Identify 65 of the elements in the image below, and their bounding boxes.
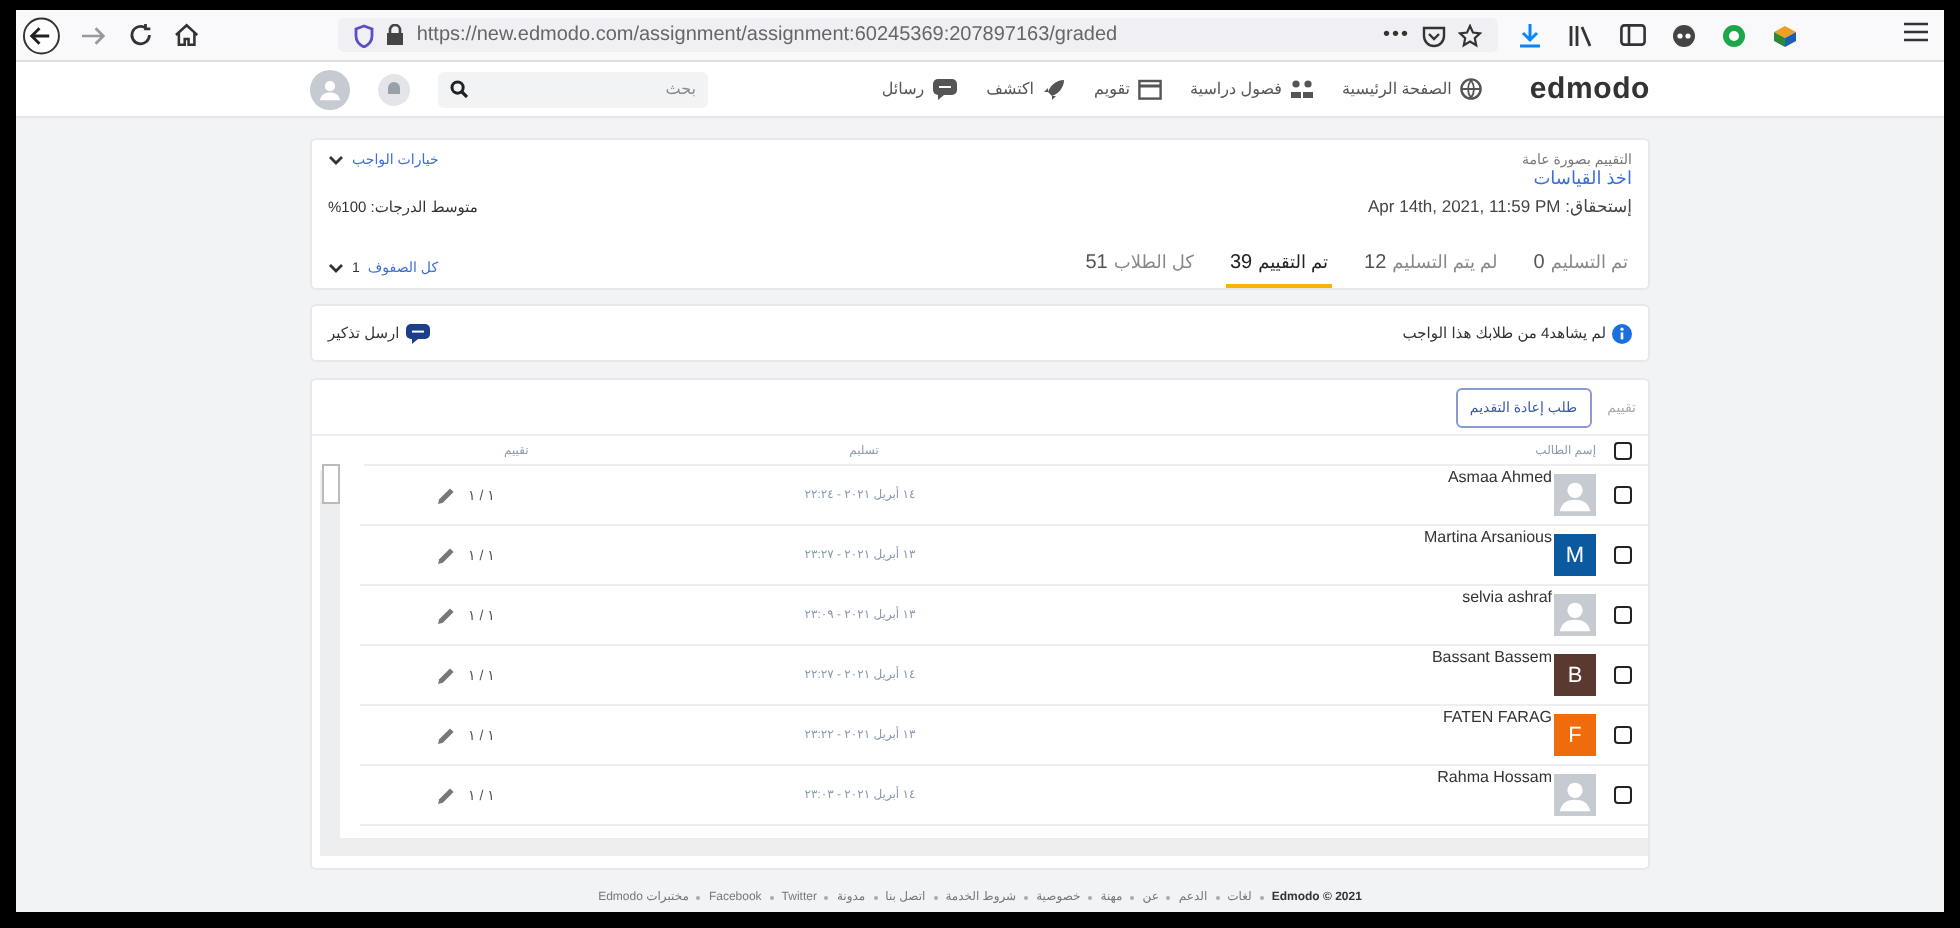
nav-link[interactable]: تقويم <box>1094 78 1162 100</box>
assignment-title[interactable]: اخذ القياسات <box>1533 168 1632 190</box>
person-icon <box>316 75 344 103</box>
row-checkbox[interactable] <box>1613 666 1631 684</box>
vertical-scrollbar[interactable] <box>320 470 340 838</box>
shield-icon <box>354 23 375 47</box>
student-name[interactable]: Asmaa Ahmed <box>1447 468 1552 486</box>
sidebar-icon[interactable] <box>1620 24 1647 46</box>
student-name[interactable]: Rahma Hossam <box>1437 768 1552 786</box>
due-date: إستحقاق: Apr 14th, 2021, 11:59 PM <box>1368 196 1632 218</box>
forward-icon[interactable] <box>80 23 109 47</box>
initial-avatar: F <box>1554 714 1596 756</box>
pencil-icon[interactable] <box>436 605 456 625</box>
row-checkbox[interactable] <box>1613 546 1631 564</box>
back-icon[interactable] <box>22 15 61 55</box>
select-all-checkbox[interactable] <box>1613 441 1631 459</box>
mask-icon[interactable] <box>1672 23 1697 47</box>
avatar-placeholder <box>1554 594 1596 636</box>
student-name[interactable]: Bassant Bassem <box>1431 648 1552 666</box>
star-icon[interactable] <box>1458 23 1483 47</box>
student-name[interactable]: Martina Arsanious <box>1423 528 1552 546</box>
pencil-icon[interactable] <box>436 545 456 565</box>
lock-icon <box>386 24 405 46</box>
nav-link[interactable]: اكتشف <box>986 77 1067 101</box>
row-checkbox[interactable] <box>1613 726 1631 744</box>
library-icon[interactable] <box>1568 23 1595 47</box>
student-name[interactable]: FATEN FARAG <box>1442 708 1552 726</box>
extension-icon[interactable] <box>1722 23 1747 47</box>
search-icon <box>450 80 468 98</box>
info-icon <box>1612 323 1632 343</box>
page-menu-button[interactable]: ••• <box>1383 24 1411 46</box>
pencil-icon[interactable] <box>436 785 456 805</box>
nav-link[interactable]: الصفحة الرئيسية <box>1341 78 1482 100</box>
home-icon[interactable] <box>173 22 199 48</box>
student-name[interactable]: selvia ashraf <box>1462 588 1552 606</box>
avatar-placeholder <box>1554 474 1596 516</box>
bell-icon <box>386 80 402 98</box>
download-icon[interactable] <box>1518 22 1543 48</box>
pencil-icon[interactable] <box>436 725 456 745</box>
globe-icon <box>1459 78 1482 100</box>
initial-avatar: M <box>1554 534 1596 576</box>
horizontal-scrollbar[interactable] <box>320 838 1648 856</box>
people-icon <box>1289 78 1314 100</box>
row-checkbox[interactable] <box>1613 486 1631 504</box>
chevron-down-icon <box>328 154 344 166</box>
rocket-icon <box>1042 77 1067 101</box>
address-bar[interactable]: https://new.edmodo.com/assignment/assignment:60245369:207897163/graded ••• <box>338 18 1499 52</box>
chevron-down-icon <box>328 262 344 274</box>
pencil-icon[interactable] <box>436 485 456 505</box>
calendar-icon <box>1138 78 1162 100</box>
nav-link[interactable]: رسائل <box>881 78 959 100</box>
nav-link[interactable]: فصول دراسية <box>1190 78 1314 100</box>
pocket-icon[interactable] <box>1422 23 1447 47</box>
cube-icon[interactable] <box>1772 23 1799 47</box>
chat-icon <box>932 78 959 100</box>
avatar-placeholder <box>1554 774 1596 816</box>
reload-icon[interactable] <box>128 22 154 48</box>
row-checkbox[interactable] <box>1613 786 1631 804</box>
row-checkbox[interactable] <box>1613 606 1631 624</box>
chat-icon <box>405 323 430 343</box>
menu-icon[interactable] <box>1904 22 1929 42</box>
notifications-button[interactable] <box>378 73 410 105</box>
pencil-icon[interactable] <box>436 665 456 685</box>
initial-avatar: B <box>1554 654 1596 696</box>
edmodo-logo[interactable]: edmodo <box>1529 72 1650 106</box>
